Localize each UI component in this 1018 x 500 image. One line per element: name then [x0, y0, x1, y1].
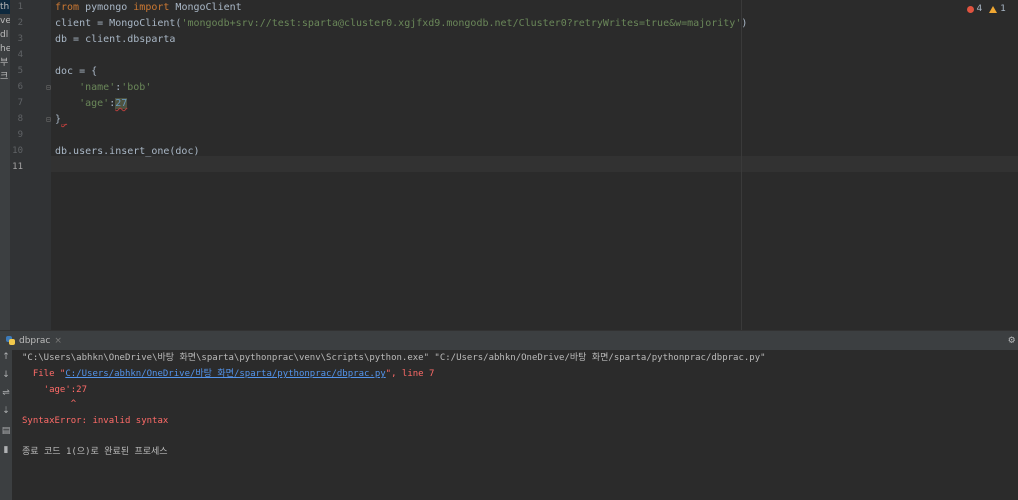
code-line-2: client = MongoClient('mongodb+srv://test…: [55, 18, 748, 29]
project-tree-panel: th ve dl he 부 크: [0, 0, 10, 330]
code-line-6: 'name':'bob': [79, 82, 152, 93]
project-tree-item[interactable]: ve: [0, 14, 10, 28]
line-number: 8: [17, 114, 23, 124]
run-tool-window-header: dbprac × ⚙: [0, 330, 1018, 351]
code-line-10: db.users.insert_one(doc): [55, 146, 200, 157]
project-tree-item[interactable]: 부: [0, 56, 10, 70]
code-line-7: 'age':27: [79, 98, 128, 109]
print-icon[interactable]: ▤: [0, 426, 12, 436]
warning-icon: [989, 5, 998, 13]
down-arrow-icon[interactable]: ↓: [0, 370, 12, 380]
line-number: 9: [17, 130, 23, 140]
syntax-error-highlight: 27: [115, 98, 128, 109]
project-tree-item[interactable]: dl: [0, 28, 10, 42]
code-line-5: doc = {: [55, 66, 98, 77]
console-command-line: "C:\Users\abhkn\OneDrive\바탕 화면\sparta\py…: [22, 353, 766, 363]
console-syntax-error: SyntaxError: invalid syntax: [22, 416, 169, 426]
line-number: 4: [17, 50, 23, 60]
line-number: 1: [17, 2, 23, 12]
trash-icon[interactable]: ▮: [0, 445, 12, 455]
line-number: 3: [17, 34, 23, 44]
scroll-to-end-icon[interactable]: ⇣: [0, 406, 12, 416]
gear-icon[interactable]: ⚙: [1008, 334, 1015, 346]
console-exit-message: 종료 코드 1(으)로 완료된 프로세스: [22, 447, 168, 457]
project-tree-item[interactable]: 크: [0, 70, 10, 84]
run-tab-label: dbprac: [19, 335, 51, 346]
soft-wrap-icon[interactable]: ⇌: [0, 388, 12, 398]
error-icon: [966, 5, 974, 13]
inspection-widget[interactable]: 4 1: [966, 4, 1006, 14]
code-line-8: }_: [55, 114, 68, 125]
console-traceback-file: File "C:/Users/abhkn/OneDrive/바탕 화면/spar…: [22, 369, 435, 379]
line-number: 10: [12, 146, 23, 156]
right-margin-guide: [741, 0, 742, 330]
project-tree-item[interactable]: th: [0, 0, 10, 14]
code-line-1: from pymongo import MongoClient: [55, 2, 242, 13]
line-number: 6: [17, 82, 23, 92]
run-side-toolbar: ↑ ↓ ⇌ ⇣ ▤ ▮: [0, 350, 12, 500]
code-line-3: db = client.dbsparta: [55, 34, 176, 45]
python-file-icon: [6, 336, 15, 345]
editor-gutter[interactable]: 1 2 3 4 5 6 7 8 9 10 11 ⊟ ⊟: [10, 0, 52, 330]
line-number-current: 11: [12, 162, 23, 172]
project-tree-item[interactable]: he: [0, 42, 10, 56]
warning-count: 1: [1000, 4, 1006, 14]
run-tab-dbprac[interactable]: dbprac ×: [6, 333, 62, 348]
line-number: 5: [17, 66, 23, 76]
up-arrow-icon[interactable]: ↑: [0, 352, 12, 362]
run-console-output[interactable]: "C:\Users\abhkn\OneDrive\바탕 화면\sparta\py…: [12, 350, 1018, 500]
code-editor[interactable]: 4 1 from pymongo import MongoClient clie…: [51, 0, 1018, 330]
console-error-caret: ^: [22, 399, 77, 409]
error-count: 4: [976, 4, 983, 14]
traceback-file-link[interactable]: C:/Users/abhkn/OneDrive/바탕 화면/sparta/pyt…: [65, 369, 385, 379]
line-number: 7: [17, 98, 23, 108]
line-number: 2: [17, 18, 23, 28]
close-icon[interactable]: ×: [54, 336, 62, 346]
